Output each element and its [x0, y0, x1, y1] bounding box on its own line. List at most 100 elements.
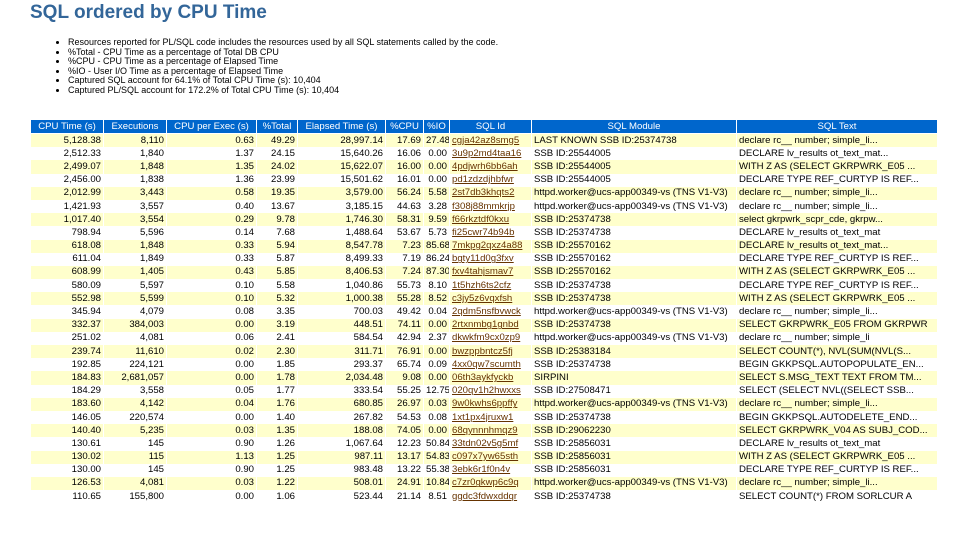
table-row: 146.05 220,574 0.00 1.40 267.82 54.53 0.08 1xt1…	[30, 410, 938, 425]
col-elapsed-time-cell: 1,488.64	[297, 226, 386, 240]
col-sql-module-header: SQL Module	[531, 119, 737, 134]
sql-id-link[interactable]: 9w0kwhs6ppffy	[452, 398, 517, 409]
col-pct-total-cell: 5.58	[256, 279, 298, 293]
col-sql-module-cell: SSB ID:25374738	[531, 279, 737, 293]
col-cpu-per-exec-header: CPU per Exec (s)	[166, 119, 257, 134]
col-cpu-per-exec-cell: 0.33	[166, 252, 257, 266]
col-cpu-time-cell: 184.83	[30, 371, 104, 385]
col-pct-io-cell: 8.10	[423, 279, 450, 293]
col-cpu-time-cell: 611.04	[30, 252, 104, 266]
col-executions-cell: 384,003	[103, 318, 167, 332]
sql-id-link[interactable]: 3ebk6r1f0n4v	[452, 464, 510, 475]
col-sql-module-cell: LAST KNOWN SSB ID:25374738	[531, 133, 737, 148]
sql-id-link[interactable]: fxv4tahjsmav7	[452, 266, 513, 277]
sql-id-link[interactable]: 68qynnnhmqz9	[452, 425, 518, 436]
col-elapsed-time-cell: 8,406.53	[297, 265, 386, 280]
sql-id-link[interactable]: bgty11d0g3fxv	[452, 253, 514, 264]
col-cpu-time-cell: 130.02	[30, 450, 104, 464]
col-pct-io-cell: 5.58	[423, 186, 450, 200]
col-sql-text-cell: DECLARE lv_results ot_text_mat	[736, 226, 938, 240]
sql-id-link[interactable]: dkwkfm9cx0zp9	[452, 332, 520, 343]
col-sql-module-cell: SSB ID:25570162	[531, 265, 737, 280]
col-sql-text-cell: SELECT GKRPWRK_E05 FROM GKRPWR	[736, 318, 938, 332]
sql-id-link[interactable]: 7mkpg2qxz4a88	[452, 240, 522, 251]
col-pct-cpu-cell: 24.91	[385, 476, 424, 491]
col-cpu-time-cell: 146.05	[30, 410, 104, 425]
col-sql-text-cell: declare rc__ number; simple_li...	[736, 305, 938, 319]
col-sql-text-cell: DECLARE TYPE REF_CURTYP IS REF...	[736, 463, 938, 477]
col-elapsed-time-cell: 448.51	[297, 318, 386, 332]
sql-id-link[interactable]: pd1zdzdjhbfwr	[452, 174, 514, 185]
col-pct-total-cell: 24.02	[256, 160, 298, 174]
col-sql-id-cell: bwzppbntcz5fj	[449, 345, 532, 359]
col-cpu-time-cell: 2,012.99	[30, 186, 104, 200]
sql-id-link[interactable]: 3u9p2md4taa16	[452, 148, 521, 159]
col-executions-cell: 145	[103, 463, 167, 477]
col-pct-cpu-cell: 7.24	[385, 265, 424, 280]
sql-id-link[interactable]: 2st7db3khqts2	[452, 187, 514, 198]
col-elapsed-time-cell: 700.03	[297, 305, 386, 319]
col-sql-module-cell: SSB ID:25570162	[531, 239, 737, 253]
sql-id-link[interactable]: 020qv1h2hwxxs	[452, 385, 521, 396]
col-cpu-per-exec-cell: 0.63	[166, 133, 257, 148]
col-pct-total-cell: 1.35	[256, 424, 298, 438]
col-sql-module-cell: SSB ID:25544005	[531, 147, 737, 161]
sql-id-link[interactable]: c3jy5z6vqxfsh	[452, 293, 512, 304]
col-elapsed-time-cell: 508.01	[297, 476, 386, 491]
col-cpu-time-cell: 580.09	[30, 279, 104, 293]
col-pct-cpu-cell: 42.94	[385, 331, 424, 345]
col-elapsed-time-cell: 311.71	[297, 345, 386, 359]
col-sql-module-cell: httpd.worker@ucs-app00349-vs (TNS V1-V3)	[531, 186, 737, 200]
page-title: SQL ordered by CPU Time	[30, 2, 267, 23]
col-sql-module-cell: SSB ID:25374738	[531, 358, 737, 372]
sql-id-link[interactable]: cgja42az8smg5	[452, 135, 519, 146]
col-cpu-per-exec-cell: 0.29	[166, 213, 257, 227]
col-elapsed-time-cell: 680.85	[297, 397, 386, 411]
col-cpu-per-exec-cell: 0.00	[166, 318, 257, 332]
col-cpu-per-exec-cell: 0.14	[166, 226, 257, 240]
table-row: 130.02 115 1.13 1.25 987.11 13.17 54.83 c097x7y…	[30, 450, 938, 464]
col-pct-total-cell: 1.06	[256, 490, 298, 504]
col-sql-id-cell: 9w0kwhs6ppffy	[449, 397, 532, 411]
col-pct-cpu-cell: 16.01	[385, 173, 424, 187]
sql-id-link[interactable]: f308j88mmkrjp	[452, 201, 515, 212]
sql-id-link[interactable]: 1t5hzh6ts2cfz	[452, 280, 511, 291]
col-sql-module-cell: SSB ID:25374738	[531, 292, 737, 306]
col-elapsed-time-cell: 1,000.38	[297, 292, 386, 306]
sql-id-link[interactable]: c097x7yw65sth	[452, 451, 518, 462]
col-executions-cell: 1,848	[103, 239, 167, 253]
col-sql-id-cell: 4xx0qw7scumth	[449, 358, 532, 372]
col-pct-total-cell: 13.67	[256, 199, 298, 214]
col-sql-id-cell: 020qv1h2hwxxs	[449, 384, 532, 398]
col-sql-module-cell: SSB ID:27508471	[531, 384, 737, 398]
col-executions-cell: 3,554	[103, 213, 167, 227]
col-executions-cell: 4,079	[103, 305, 167, 319]
sql-id-link[interactable]: 4xx0qw7scumth	[452, 359, 521, 370]
col-executions-cell: 1,405	[103, 265, 167, 280]
sql-id-link[interactable]: 33tdn02v5g5mf	[452, 438, 518, 449]
col-pct-cpu-cell: 7.19	[385, 252, 424, 266]
sql-id-link[interactable]: c7zr0gkwp6c9q	[452, 477, 519, 488]
col-sql-module-cell: SSB ID:25570162	[531, 252, 737, 266]
table-row: 345.94 4,079 0.08 3.35 700.03 49.42 0.04 2qdm5n…	[30, 305, 938, 319]
sql-id-link[interactable]: 4pdjwrh6bb6ah	[452, 161, 518, 172]
sql-id-link[interactable]: 2rtxnmbg1gnbd	[452, 319, 519, 330]
col-sql-module-cell: httpd.worker@ucs-app00349-vs (TNS V1-V3)	[531, 305, 737, 319]
col-sql-id-cell: bgty11d0g3fxv	[449, 252, 532, 266]
col-pct-cpu-cell: 56.24	[385, 186, 424, 200]
sql-id-link[interactable]: f66rkztdf0kxu	[452, 214, 509, 225]
sql-id-link[interactable]: 2qdm5nsfbvwck	[452, 306, 521, 317]
sql-id-link[interactable]: 1xt1px4jruxw1	[452, 412, 513, 423]
col-sql-id-cell: f66rkztdf0kxu	[449, 213, 532, 227]
sql-id-link[interactable]: fi25cwr74b94b	[452, 227, 514, 238]
table-row: 580.09 5,597 0.10 5.58 1,040.86 55.73 8.10 1t5h…	[30, 279, 938, 293]
col-pct-cpu-cell: 12.23	[385, 437, 424, 451]
col-cpu-per-exec-cell: 0.05	[166, 384, 257, 398]
sql-id-link[interactable]: 06th3aykfyckb	[452, 372, 513, 383]
sql-id-link[interactable]: ggdc3fdwxddqr	[452, 491, 517, 502]
col-sql-id-cell: ggdc3fdwxddqr	[449, 490, 532, 504]
col-sql-text-cell: WITH Z AS (SELECT GKRPWRK_E05 ...	[736, 160, 938, 174]
sql-id-link[interactable]: bwzppbntcz5fj	[452, 346, 513, 357]
col-sql-module-cell: SSB ID:29062230	[531, 424, 737, 438]
col-elapsed-time-cell: 3,579.00	[297, 186, 386, 200]
